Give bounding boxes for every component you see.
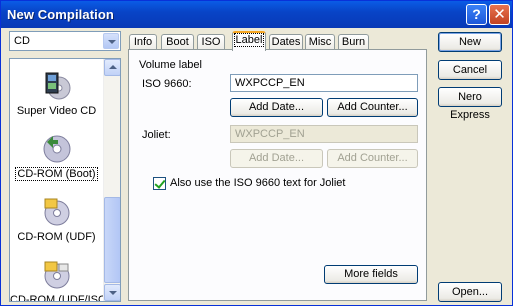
joliet-add-counter-button[interactable]: Add Counter... — [327, 149, 418, 168]
joliet-copy-checkbox[interactable] — [153, 177, 166, 190]
type-label: CD-ROM (UDF) — [17, 231, 96, 243]
udf-disc-icon — [44, 198, 70, 226]
tab-info[interactable]: Info — [129, 34, 157, 50]
compilation-type-list[interactable]: Super Video CD CD-ROM (Boot) CD-ROM (UDF… — [9, 58, 121, 302]
cancel-button[interactable]: Cancel — [438, 60, 502, 80]
volume-label-heading: Volume label — [139, 59, 202, 71]
tab-dates[interactable]: Dates — [269, 34, 303, 50]
help-icon[interactable]: ? — [466, 4, 487, 25]
new-compilation-dialog: New Compilation ? ✕ CD Super Video CD CD… — [0, 0, 513, 306]
close-icon[interactable]: ✕ — [489, 4, 510, 25]
scroll-down-icon[interactable] — [104, 284, 120, 301]
new-button[interactable]: New — [438, 32, 502, 52]
open-button[interactable]: Open... — [438, 282, 502, 302]
list-scrollbar[interactable] — [103, 59, 120, 301]
media-type-combo[interactable]: CD — [9, 31, 121, 51]
udf-iso-disc-icon — [44, 261, 70, 289]
add-date-button[interactable]: Add Date... — [230, 98, 323, 117]
joliet-field[interactable]: WXPCCP_EN — [230, 125, 418, 143]
chevron-down-icon[interactable] — [103, 33, 119, 49]
scroll-thumb[interactable] — [104, 197, 120, 283]
tab-iso[interactable]: ISO — [197, 34, 225, 50]
joliet-add-date-button[interactable]: Add Date... — [230, 149, 323, 168]
tab-misc[interactable]: Misc — [305, 34, 335, 50]
tab-label[interactable]: Label — [232, 31, 266, 51]
type-label: Super Video CD — [16, 105, 97, 117]
joliet-copy-label[interactable]: Also use the ISO 9660 text for Joliet — [170, 177, 345, 189]
tab-burn[interactable]: Burn — [338, 34, 369, 50]
more-fields-button[interactable]: More fields — [324, 265, 418, 284]
add-counter-button[interactable]: Add Counter... — [327, 98, 418, 117]
list-item-cd-rom-udf[interactable]: CD-ROM (UDF) — [10, 195, 103, 253]
type-label: CD-ROM (UDF/ISO) — [10, 294, 111, 302]
list-item-cd-rom-udf-iso[interactable]: CD-ROM (UDF/ISO) — [10, 258, 111, 302]
boot-disc-icon — [43, 135, 71, 163]
tab-boot[interactable]: Boot — [161, 34, 194, 50]
iso-9660-label: ISO 9660: — [142, 78, 192, 90]
iso-9660-field[interactable]: WXPCCP_EN — [230, 74, 418, 92]
window-title: New Compilation — [7, 7, 114, 22]
list-item-cd-rom-boot[interactable]: CD-ROM (Boot) — [10, 132, 103, 190]
label-tab-panel: Volume label ISO 9660: WXPCCP_EN Add Dat… — [128, 49, 427, 301]
scroll-up-icon[interactable] — [104, 59, 120, 76]
type-label: CD-ROM (Boot) — [15, 167, 98, 181]
title-bar[interactable]: New Compilation ? ✕ — [1, 1, 512, 28]
list-item-super-video-cd[interactable]: Super Video CD — [10, 69, 103, 127]
media-type-value: CD — [14, 35, 30, 47]
film-disc-icon — [45, 72, 71, 100]
joliet-label: Joliet: — [142, 129, 171, 141]
nero-express-button[interactable]: Nero Express — [438, 87, 502, 121]
